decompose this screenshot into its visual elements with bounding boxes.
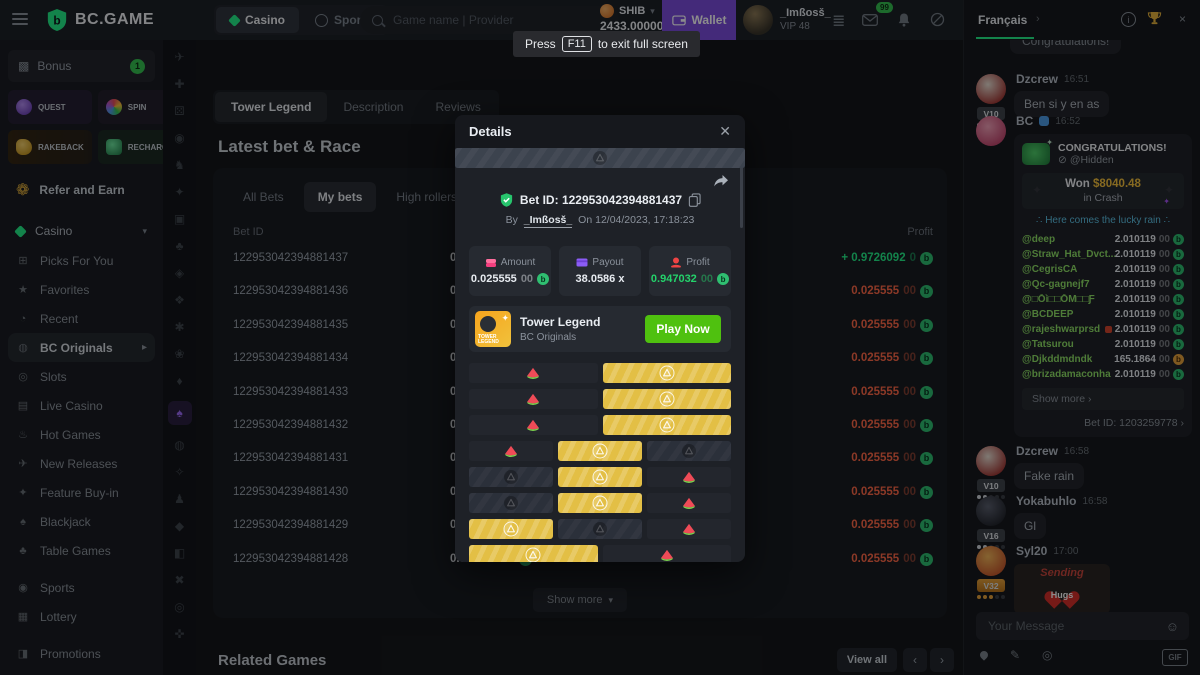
triangle-circle-icon: [592, 150, 608, 166]
watermelon-icon: [682, 523, 696, 536]
tower-row: [469, 493, 731, 513]
stat-payout: Payout 38.0586 x: [559, 246, 641, 296]
modal-scrollbar[interactable]: [740, 160, 743, 228]
tower-cell-watermelon[interactable]: [469, 415, 598, 435]
tower-cell-tile[interactable]: [455, 148, 745, 168]
triangle-circle-icon: [503, 469, 519, 485]
app: b BC.GAME Casino Sports SHIB ▾ 2433.: [0, 0, 1200, 675]
star-icon: ✦: [501, 313, 509, 324]
tower-cell-selected[interactable]: [469, 519, 553, 539]
watermelon-icon: [682, 497, 696, 510]
bet-id-value: 122953042394881437: [562, 193, 682, 207]
game-card: ✦ TOWERLEGEND Tower Legend BC Originals …: [469, 306, 731, 352]
bet-meta-row: By _Imßosš_ On 12/04/2023, 17:18:23: [469, 214, 731, 226]
stat-value: 38.0586 x: [576, 273, 625, 285]
f11-key: F11: [562, 36, 592, 52]
tower-cell-tile[interactable]: [469, 467, 553, 487]
tower-cell-selected[interactable]: [558, 467, 642, 487]
tower-cell-watermelon[interactable]: [469, 389, 598, 409]
game-provider: BC Originals: [520, 332, 600, 343]
watermelon-icon: [682, 471, 696, 484]
triangle-circle-icon: [681, 443, 697, 459]
modal-title: Details: [469, 124, 719, 139]
coin-icon: b: [717, 273, 729, 285]
bet-stats: Amount 0.02555500b Payout 38.0586 x Prof…: [469, 246, 731, 296]
modal-header: Details ✕: [455, 115, 745, 148]
triangle-circle-icon: [592, 495, 608, 511]
game-thumbnail[interactable]: ✦ TOWERLEGEND: [475, 311, 511, 347]
triangle-circle-icon: [503, 495, 519, 511]
share-icon[interactable]: [713, 174, 729, 188]
watermelon-icon: [504, 445, 518, 458]
triangle-circle-icon: [592, 521, 608, 537]
tower-cell-selected[interactable]: [558, 441, 642, 461]
modal-body: Bet ID: 122953042394881437 By _Imßosš_ O…: [455, 148, 745, 562]
tower-row: [469, 415, 731, 435]
triangle-circle-icon: [592, 469, 608, 485]
watermelon-icon: [526, 419, 540, 432]
tower-cell-selected[interactable]: [603, 363, 732, 383]
tower-cell-watermelon[interactable]: [647, 493, 731, 513]
triangle-circle-icon: [659, 365, 675, 381]
payout-icon: [576, 258, 588, 267]
watermelon-icon: [526, 393, 540, 406]
tower-cell-tile[interactable]: [647, 441, 731, 461]
tower-row: [469, 363, 731, 383]
bet-datetime: 12/04/2023, 17:18:23: [595, 214, 694, 226]
tower-result-grid: [469, 363, 731, 562]
bet-details-modal: Details ✕ Bet ID: 122953042394881437: [455, 115, 745, 562]
stat-value: 0.02555500b: [471, 273, 549, 285]
triangle-circle-icon: [503, 521, 519, 537]
coin-icon: b: [537, 273, 549, 285]
tower-cell-tile[interactable]: [558, 519, 642, 539]
tower-cell-selected[interactable]: [603, 389, 732, 409]
play-now-button[interactable]: Play Now: [645, 315, 721, 343]
stat-value: 0.94703200b: [651, 273, 729, 285]
triangle-circle-icon: [592, 443, 608, 459]
tower-row: [469, 441, 731, 461]
stat-amount: Amount 0.02555500b: [469, 246, 551, 296]
triangle-circle-icon: [659, 417, 675, 433]
tower-cell-selected[interactable]: [558, 493, 642, 513]
tower-cell-selected[interactable]: [469, 545, 598, 562]
fullscreen-toast: Press F11 to exit full screen: [513, 31, 700, 57]
close-modal-icon[interactable]: ✕: [719, 123, 731, 140]
tower-cell-watermelon[interactable]: [647, 519, 731, 539]
profit-icon: [670, 257, 682, 268]
tower-row: [469, 519, 731, 539]
tower-row: [469, 545, 731, 562]
watermelon-icon: [660, 549, 674, 562]
tower-cell-tile[interactable]: [469, 493, 553, 513]
watermelon-icon: [526, 367, 540, 380]
tower-cell-watermelon[interactable]: [647, 467, 731, 487]
triangle-circle-icon: [659, 391, 675, 407]
tower-cell-selected[interactable]: [603, 415, 732, 435]
tower-cell-watermelon[interactable]: [603, 545, 732, 562]
tower-cell-watermelon[interactable]: [469, 441, 553, 461]
tower-row: [469, 467, 731, 487]
copy-icon[interactable]: [688, 193, 701, 207]
game-title: Tower Legend: [520, 315, 600, 329]
player-link[interactable]: _Imßosš_: [524, 214, 572, 228]
verified-shield-icon: [499, 192, 514, 208]
tower-row: [469, 389, 731, 409]
stat-profit: Profit 0.94703200b: [649, 246, 731, 296]
tower-cell-watermelon[interactable]: [469, 363, 598, 383]
gorilla-icon: [480, 316, 496, 332]
triangle-circle-icon: [525, 547, 541, 562]
amount-icon: [485, 258, 497, 268]
